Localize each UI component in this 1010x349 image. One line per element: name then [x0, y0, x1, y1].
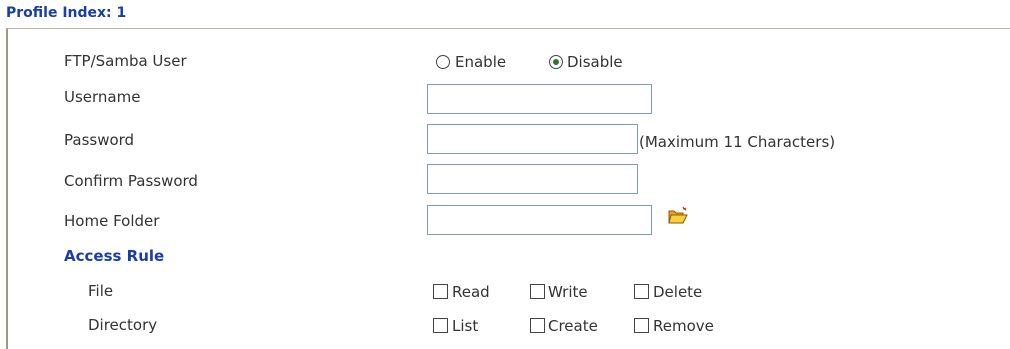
home-folder-input[interactable] [427, 205, 652, 235]
page-title: Profile Index: 1 [6, 5, 127, 21]
file-delete-checkbox[interactable] [634, 284, 649, 299]
confirm-password-label: Confirm Password [64, 172, 198, 190]
directory-label: Directory [88, 316, 158, 334]
access-rule-heading: Access Rule [64, 247, 165, 265]
directory-remove-checkbox[interactable] [634, 318, 649, 333]
radio-selected-dot [553, 59, 559, 65]
confirm-password-input[interactable] [427, 164, 638, 194]
folder-open-icon[interactable] [667, 206, 689, 226]
password-hint: (Maximum 11 Characters) [639, 133, 836, 151]
file-delete-label[interactable]: Delete [653, 283, 702, 301]
home-folder-label: Home Folder [64, 212, 160, 230]
ftp-user-label: FTP/Samba User [64, 52, 187, 70]
directory-create-label[interactable]: Create [548, 317, 598, 335]
directory-list-label[interactable]: List [452, 317, 478, 335]
enable-radio[interactable] [436, 55, 450, 69]
disable-radio[interactable] [549, 55, 563, 69]
file-read-label[interactable]: Read [452, 283, 490, 301]
file-read-checkbox[interactable] [433, 284, 448, 299]
file-label: File [88, 282, 114, 300]
disable-label[interactable]: Disable [567, 53, 623, 71]
password-input[interactable] [427, 124, 638, 154]
file-write-checkbox[interactable] [530, 284, 545, 299]
directory-remove-label[interactable]: Remove [653, 317, 714, 335]
enable-label[interactable]: Enable [455, 53, 506, 71]
password-label: Password [64, 131, 135, 149]
file-write-label[interactable]: Write [548, 283, 588, 301]
directory-create-checkbox[interactable] [530, 318, 545, 333]
username-input[interactable] [427, 84, 652, 114]
username-label: Username [64, 88, 141, 106]
directory-list-checkbox[interactable] [433, 318, 448, 333]
